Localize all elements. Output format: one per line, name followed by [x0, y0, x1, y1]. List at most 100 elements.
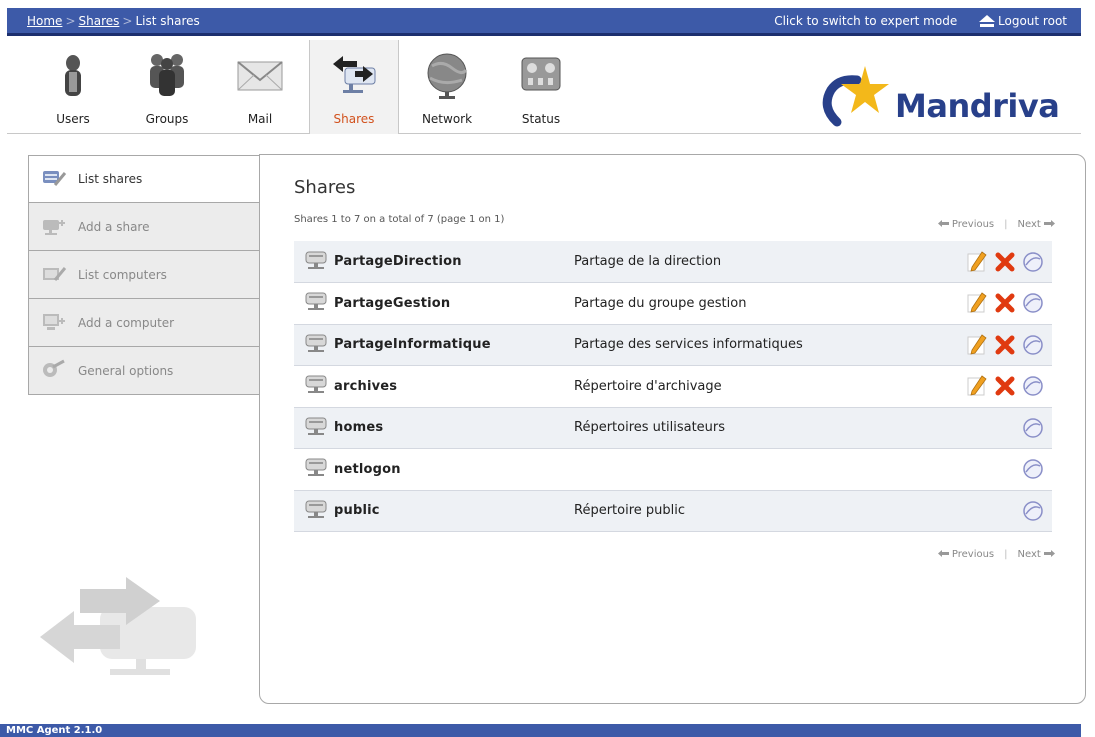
share-name: netlogon — [334, 461, 401, 477]
next-label: Next — [1017, 549, 1041, 560]
previous-label: Previous — [951, 549, 995, 560]
row-actions — [954, 449, 1052, 491]
backup-icon[interactable] — [1022, 417, 1044, 439]
list-computers-icon — [43, 267, 67, 281]
arrow-right-icon — [1044, 220, 1055, 227]
mandriva-logo: Mandriva — [817, 62, 1077, 132]
share-name: PartageGestion — [334, 295, 451, 311]
share-icon — [294, 407, 334, 449]
sidebar: List shares Add a share List computers A… — [28, 155, 261, 395]
edit-icon[interactable] — [966, 334, 988, 356]
breadcrumb-current: List shares — [135, 14, 200, 28]
shares-table: PartageDirection Partage de la direction P… — [294, 241, 1052, 532]
sidebar-item-label: General options — [78, 364, 174, 378]
edit-icon[interactable] — [966, 292, 988, 314]
add-share-icon — [43, 220, 65, 235]
previous-label: Previous — [951, 219, 995, 230]
next-link[interactable]: Next — [1018, 219, 1055, 230]
sidebar-item-list-computers[interactable]: List computers — [28, 251, 260, 299]
backup-icon[interactable] — [1022, 292, 1044, 314]
breadcrumb-separator: > — [122, 14, 133, 28]
row-actions — [954, 324, 1052, 366]
share-icon — [294, 241, 334, 283]
pager-bottom: Previous | Next — [937, 549, 1055, 560]
share-name: PartageInformatique — [334, 337, 491, 353]
nav-item-network[interactable]: Network — [402, 40, 492, 134]
nav-item-users[interactable]: Users — [28, 40, 118, 134]
breadcrumb: Home > Shares > List shares — [27, 14, 200, 28]
logout-button[interactable]: Logout root — [979, 14, 1067, 28]
delete-icon[interactable] — [994, 375, 1016, 397]
nav-label: Network — [421, 112, 473, 126]
sidebar-item-add-computer[interactable]: Add a computer — [28, 299, 260, 347]
users-icon — [65, 55, 81, 96]
star-logo-icon — [822, 66, 889, 127]
share-name: PartageDirection — [334, 254, 462, 269]
nav-item-groups[interactable]: Groups — [122, 40, 212, 134]
table-row: PartageDirection Partage de la direction — [294, 241, 1052, 283]
sidebar-item-label: List computers — [78, 268, 167, 282]
nav-label: Status — [521, 112, 561, 126]
previous-link[interactable]: Previous — [937, 219, 995, 230]
breadcrumb-shares-link[interactable]: Shares — [79, 14, 120, 28]
shares-watermark-icon — [40, 577, 196, 675]
delete-icon[interactable] — [994, 251, 1016, 273]
delete-icon[interactable] — [994, 292, 1016, 314]
row-actions — [954, 490, 1052, 532]
nav-label: Users — [56, 112, 90, 126]
backup-icon[interactable] — [1022, 500, 1044, 522]
backup-icon[interactable] — [1022, 334, 1044, 356]
network-icon — [427, 53, 468, 99]
next-label: Next — [1017, 219, 1041, 230]
row-actions — [954, 241, 1052, 283]
row-actions — [954, 283, 1052, 325]
logo-text: Mandriva — [895, 87, 1060, 125]
backup-icon[interactable] — [1022, 251, 1044, 273]
table-row: netlogon — [294, 449, 1052, 491]
share-description: Partage du groupe gestion — [574, 295, 747, 311]
share-name: public — [334, 503, 380, 519]
backup-icon[interactable] — [1022, 458, 1044, 480]
expert-mode-link[interactable]: Click to switch to expert mode — [774, 14, 957, 28]
share-description: Partage des services informatiques — [574, 337, 803, 353]
footer-bar: MMC Agent 2.1.0 — [0, 724, 1081, 737]
next-link[interactable]: Next — [1018, 549, 1055, 560]
row-actions — [954, 366, 1052, 408]
share-icon — [294, 449, 334, 491]
status-icon — [521, 57, 561, 91]
share-description: Répertoire public — [574, 503, 686, 519]
sidebar-item-add-share[interactable]: Add a share — [28, 203, 260, 251]
arrow-left-icon — [937, 550, 949, 557]
share-icon — [294, 490, 334, 532]
sidebar-item-list-shares[interactable]: List shares — [28, 155, 261, 203]
share-name: archives — [334, 378, 398, 394]
backup-icon[interactable] — [1022, 375, 1044, 397]
delete-icon[interactable] — [994, 334, 1016, 356]
page-title: Shares — [294, 177, 356, 198]
nav-label: Groups — [145, 112, 189, 126]
nav-item-shares[interactable]: Shares — [309, 40, 399, 134]
sidebar-item-general-options[interactable]: General options — [28, 347, 260, 395]
table-row: public Répertoire public — [294, 490, 1052, 532]
mail-icon — [237, 61, 283, 91]
edit-icon[interactable] — [966, 250, 988, 273]
edit-icon[interactable] — [966, 375, 988, 397]
groups-icon — [150, 54, 184, 96]
share-icon — [294, 366, 334, 408]
table-row: archives Répertoire d'archivage — [294, 366, 1052, 408]
nav-item-mail[interactable]: Mail — [215, 40, 305, 134]
general-options-icon — [43, 359, 65, 377]
breadcrumb-home-link[interactable]: Home — [27, 14, 62, 28]
share-description — [574, 449, 954, 491]
eject-icon — [979, 15, 996, 27]
logout-label: Logout root — [998, 14, 1067, 28]
page-info: Shares 1 to 7 on a total of 7 (page 1 on… — [294, 214, 505, 225]
previous-link[interactable]: Previous — [937, 549, 995, 560]
nav-item-status[interactable]: Status — [496, 40, 586, 134]
nav-label: Mail — [247, 112, 273, 126]
arrow-left-icon — [937, 220, 949, 227]
arrow-right-icon — [1044, 550, 1055, 557]
nav-label: Shares — [333, 112, 375, 126]
share-icon — [294, 283, 334, 325]
share-description: Répertoire d'archivage — [574, 378, 722, 394]
